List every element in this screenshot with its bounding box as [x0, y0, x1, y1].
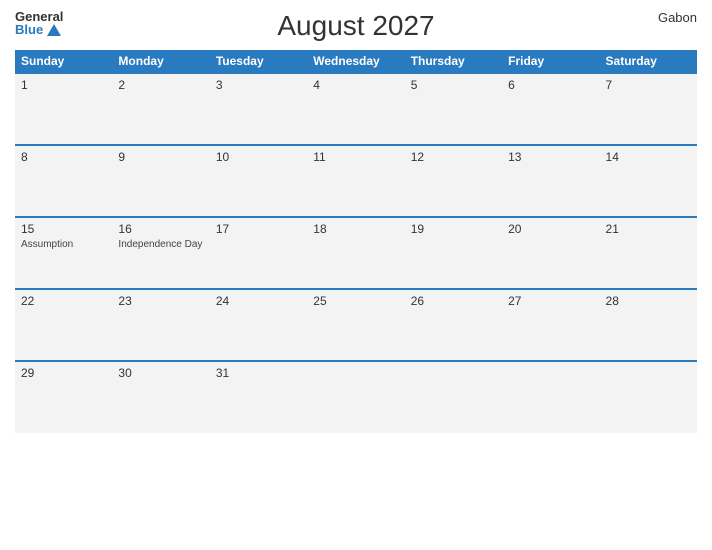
calendar-cell: 25	[307, 289, 404, 361]
calendar-week-row: 29 30 31	[15, 361, 697, 433]
day-number: 3	[216, 78, 301, 92]
calendar-cell: 11	[307, 145, 404, 217]
day-number: 14	[606, 150, 691, 164]
day-number: 9	[118, 150, 203, 164]
calendar-cell: 1	[15, 73, 112, 145]
calendar-cell: 31	[210, 361, 307, 433]
calendar-cell: 14	[600, 145, 697, 217]
calendar-page: General Blue August 2027 Gabon Sunday Mo…	[0, 0, 712, 550]
day-number: 18	[313, 222, 398, 236]
calendar-cell: 9	[112, 145, 209, 217]
day-number: 30	[118, 366, 203, 380]
header-thursday: Thursday	[405, 50, 502, 73]
day-number: 12	[411, 150, 496, 164]
calendar-week-row: 89 10 11 12 13 14	[15, 145, 697, 217]
calendar-cell: 15 Assumption	[15, 217, 112, 289]
logo: General Blue	[15, 10, 63, 36]
day-number: 28	[606, 294, 691, 308]
calendar-week-row: 1234567	[15, 73, 697, 145]
day-number: 8	[21, 150, 106, 164]
day-number: 27	[508, 294, 593, 308]
day-number: 5	[411, 78, 496, 92]
calendar-cell: 8	[15, 145, 112, 217]
calendar-cell: 29	[15, 361, 112, 433]
day-number: 11	[313, 150, 398, 164]
calendar-table: Sunday Monday Tuesday Wednesday Thursday…	[15, 50, 697, 433]
calendar-cell: 21	[600, 217, 697, 289]
calendar-cell: 13	[502, 145, 599, 217]
logo-blue-text: Blue	[15, 23, 61, 36]
calendar-cell	[405, 361, 502, 433]
day-number: 25	[313, 294, 398, 308]
day-number: 6	[508, 78, 593, 92]
event-label: Assumption	[21, 238, 106, 251]
header-saturday: Saturday	[600, 50, 697, 73]
day-number: 13	[508, 150, 593, 164]
calendar-cell: 24	[210, 289, 307, 361]
day-number: 1	[21, 78, 106, 92]
calendar-cell	[600, 361, 697, 433]
calendar-cell: 10	[210, 145, 307, 217]
calendar-cell: 27	[502, 289, 599, 361]
calendar-title: August 2027	[277, 10, 434, 42]
day-number: 29	[21, 366, 106, 380]
calendar-week-row: 15 Assumption 16 Independence Day 17 18 19 20 21	[15, 217, 697, 289]
day-number: 19	[411, 222, 496, 236]
calendar-cell: 30	[112, 361, 209, 433]
calendar-cell: 16 Independence Day	[112, 217, 209, 289]
day-number: 15	[21, 222, 106, 236]
day-number: 21	[606, 222, 691, 236]
header-friday: Friday	[502, 50, 599, 73]
calendar-cell: 12	[405, 145, 502, 217]
day-number: 4	[313, 78, 398, 92]
calendar-cell: 4	[307, 73, 404, 145]
header-wednesday: Wednesday	[307, 50, 404, 73]
day-number: 20	[508, 222, 593, 236]
weekday-header-row: Sunday Monday Tuesday Wednesday Thursday…	[15, 50, 697, 73]
event-label: Independence Day	[118, 238, 203, 251]
country-label: Gabon	[658, 10, 697, 25]
header-monday: Monday	[112, 50, 209, 73]
logo-triangle-icon	[47, 24, 61, 36]
day-number: 22	[21, 294, 106, 308]
calendar-cell: 20	[502, 217, 599, 289]
header-sunday: Sunday	[15, 50, 112, 73]
day-number: 24	[216, 294, 301, 308]
day-number: 2	[118, 78, 203, 92]
day-number: 23	[118, 294, 203, 308]
calendar-cell	[307, 361, 404, 433]
header-tuesday: Tuesday	[210, 50, 307, 73]
calendar-cell: 3	[210, 73, 307, 145]
calendar-cell: 17	[210, 217, 307, 289]
calendar-header: General Blue August 2027 Gabon	[15, 10, 697, 42]
calendar-week-row: 22 23 24 25 26 27 28	[15, 289, 697, 361]
calendar-cell: 26	[405, 289, 502, 361]
calendar-cell: 23	[112, 289, 209, 361]
day-number: 16	[118, 222, 203, 236]
day-number: 26	[411, 294, 496, 308]
calendar-cell: 28	[600, 289, 697, 361]
calendar-cell: 22	[15, 289, 112, 361]
calendar-cell: 6	[502, 73, 599, 145]
calendar-cell: 19	[405, 217, 502, 289]
day-number: 7	[606, 78, 691, 92]
calendar-cell: 7	[600, 73, 697, 145]
calendar-cell: 5	[405, 73, 502, 145]
day-number: 31	[216, 366, 301, 380]
day-number: 10	[216, 150, 301, 164]
calendar-cell: 2	[112, 73, 209, 145]
calendar-cell: 18	[307, 217, 404, 289]
calendar-cell	[502, 361, 599, 433]
day-number: 17	[216, 222, 301, 236]
